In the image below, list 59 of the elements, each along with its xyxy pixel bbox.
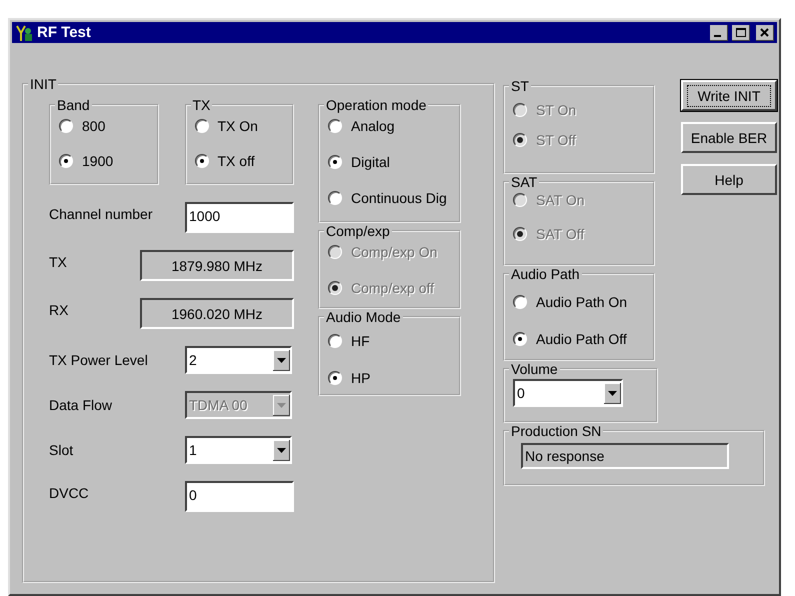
- radio-option[interactable]: Audio Path On: [513, 292, 653, 312]
- group-title: Production SN: [510, 423, 602, 439]
- radio-button[interactable]: [194, 154, 208, 168]
- radio-option[interactable]: TX off: [194, 151, 292, 171]
- radio-button[interactable]: [513, 295, 527, 309]
- field-label: TX: [49, 254, 68, 270]
- group-title: ST: [510, 78, 530, 94]
- close-button[interactable]: [756, 24, 774, 40]
- radio-option[interactable]: HP: [328, 368, 459, 388]
- group-title: Volume: [510, 361, 559, 377]
- radio-button[interactable]: [328, 191, 342, 205]
- group-title: Comp/exp: [325, 223, 391, 239]
- radio-button[interactable]: [328, 119, 342, 133]
- field-label: Data Flow: [49, 397, 114, 413]
- input-field[interactable]: 0: [185, 481, 294, 512]
- group-title: Band: [56, 97, 91, 113]
- radio-option[interactable]: HF: [328, 331, 459, 351]
- dropdown-arrow-button[interactable]: [273, 440, 290, 460]
- group-title: SAT: [510, 174, 538, 190]
- radio-button[interactable]: [59, 119, 73, 133]
- radio-button[interactable]: [328, 334, 342, 348]
- radio-button[interactable]: [59, 154, 73, 168]
- radio-button[interactable]: [328, 155, 342, 169]
- field-label: RX: [49, 302, 70, 318]
- window-title: RF Test: [37, 24, 91, 41]
- input-field[interactable]: 1000: [185, 202, 294, 233]
- dropdown-arrow-button[interactable]: [273, 350, 290, 370]
- dropdown-field[interactable]: 1: [185, 436, 292, 464]
- radio-button[interactable]: [194, 119, 208, 133]
- radio-option[interactable]: TX On: [194, 116, 292, 136]
- group-title: Operation mode: [325, 97, 428, 113]
- group-title: Audio Mode: [325, 309, 402, 325]
- radio-option[interactable]: 800: [59, 116, 156, 136]
- field-label: Slot: [49, 442, 74, 458]
- readout-field: No response: [521, 443, 729, 469]
- radio-option[interactable]: Continuous Dig: [328, 188, 459, 208]
- radio-button[interactable]: [513, 332, 527, 346]
- radio-option[interactable]: 1900: [59, 151, 156, 171]
- maximize-button[interactable]: [732, 24, 750, 40]
- field-label: Channel number: [49, 206, 154, 222]
- readout-field: 1879.980 MHz: [140, 250, 294, 281]
- push-button[interactable]: Help: [681, 164, 777, 195]
- push-button[interactable]: Write INIT: [681, 80, 777, 111]
- dropdown-arrow-button[interactable]: [604, 382, 621, 404]
- field-label: DVCC: [49, 484, 90, 500]
- group-title: TX: [192, 97, 212, 113]
- readout-field: 1960.020 MHz: [140, 298, 294, 329]
- minimize-button[interactable]: [710, 24, 728, 40]
- radio-button[interactable]: [328, 371, 342, 385]
- push-button[interactable]: Enable BER: [681, 122, 777, 153]
- radio-option[interactable]: Audio Path Off: [513, 329, 653, 349]
- radio-option[interactable]: Digital: [328, 152, 459, 172]
- dropdown-field[interactable]: 0: [513, 379, 623, 407]
- group-title: INIT: [29, 76, 58, 92]
- antenna-figure-icon: [15, 24, 33, 42]
- radio-option[interactable]: Analog: [328, 116, 459, 136]
- group-title: Audio Path: [510, 266, 580, 282]
- field-label: TX Power Level: [49, 352, 149, 368]
- dropdown-field[interactable]: 2: [185, 346, 292, 374]
